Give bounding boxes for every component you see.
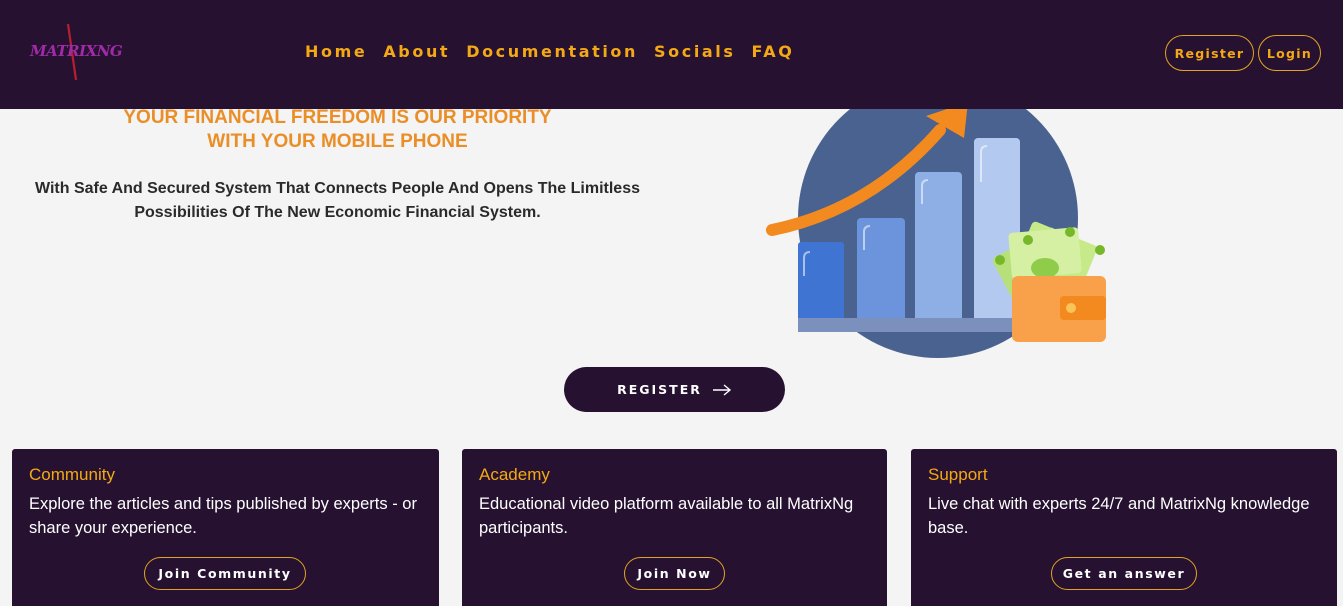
hero-subtitle: With Safe And Secured System That Connec…: [0, 177, 675, 225]
header-register-button[interactable]: Register: [1165, 35, 1254, 71]
card-title: Academy: [479, 465, 550, 484]
logo[interactable]: MATRIXNG: [30, 22, 123, 84]
card-text: Educational video platform available to …: [479, 495, 854, 537]
nav-documentation[interactable]: Documentation: [466, 42, 638, 61]
main-nav: Home About Documentation Socials FAQ: [305, 42, 810, 61]
card-text: Live chat with experts 24/7 and MatrixNg…: [928, 495, 1310, 537]
hero-title-line-1: YOUR FINANCIAL FREEDOM IS OUR PRIORITY: [123, 107, 552, 128]
nav-faq[interactable]: FAQ: [752, 42, 795, 61]
card-academy: Academy Educational video platform avail…: [462, 449, 887, 606]
card-title: Community: [29, 465, 115, 484]
get-an-answer-button[interactable]: Get an answer: [1051, 557, 1197, 590]
card-support: Support Live chat with experts 24/7 and …: [911, 449, 1337, 606]
nav-about[interactable]: About: [383, 42, 450, 61]
hero-register-button[interactable]: REGISTER: [564, 367, 785, 412]
illustration-base: [798, 318, 1024, 332]
nav-socials[interactable]: Socials: [654, 42, 736, 61]
growth-chart-wallet-illustration: [766, 90, 1106, 358]
card-title: Support: [928, 465, 988, 484]
hero-subtitle-line-2: Possibilities Of The New Economic Financ…: [134, 204, 541, 221]
join-community-button[interactable]: Join Community: [144, 557, 306, 590]
card-community: Community Explore the articles and tips …: [12, 449, 439, 606]
hero-title: YOUR FINANCIAL FREEDOM IS OUR PRIORITY W…: [0, 106, 675, 154]
arrow-right-icon: [712, 383, 731, 396]
hero-subtitle-line-1: With Safe And Secured System That Connec…: [34, 180, 640, 197]
join-now-button[interactable]: Join Now: [624, 557, 725, 590]
hero-title-line-2: WITH YOUR MOBILE PHONE: [207, 131, 468, 152]
header-login-button[interactable]: Login: [1258, 35, 1321, 71]
top-navbar: MATRIXNG Home About Documentation Social…: [0, 0, 1343, 109]
logo-text: MATRIXNG: [30, 42, 123, 60]
hero-register-label: REGISTER: [617, 382, 702, 397]
card-text: Explore the articles and tips published …: [29, 495, 417, 537]
nav-home[interactable]: Home: [305, 42, 367, 61]
